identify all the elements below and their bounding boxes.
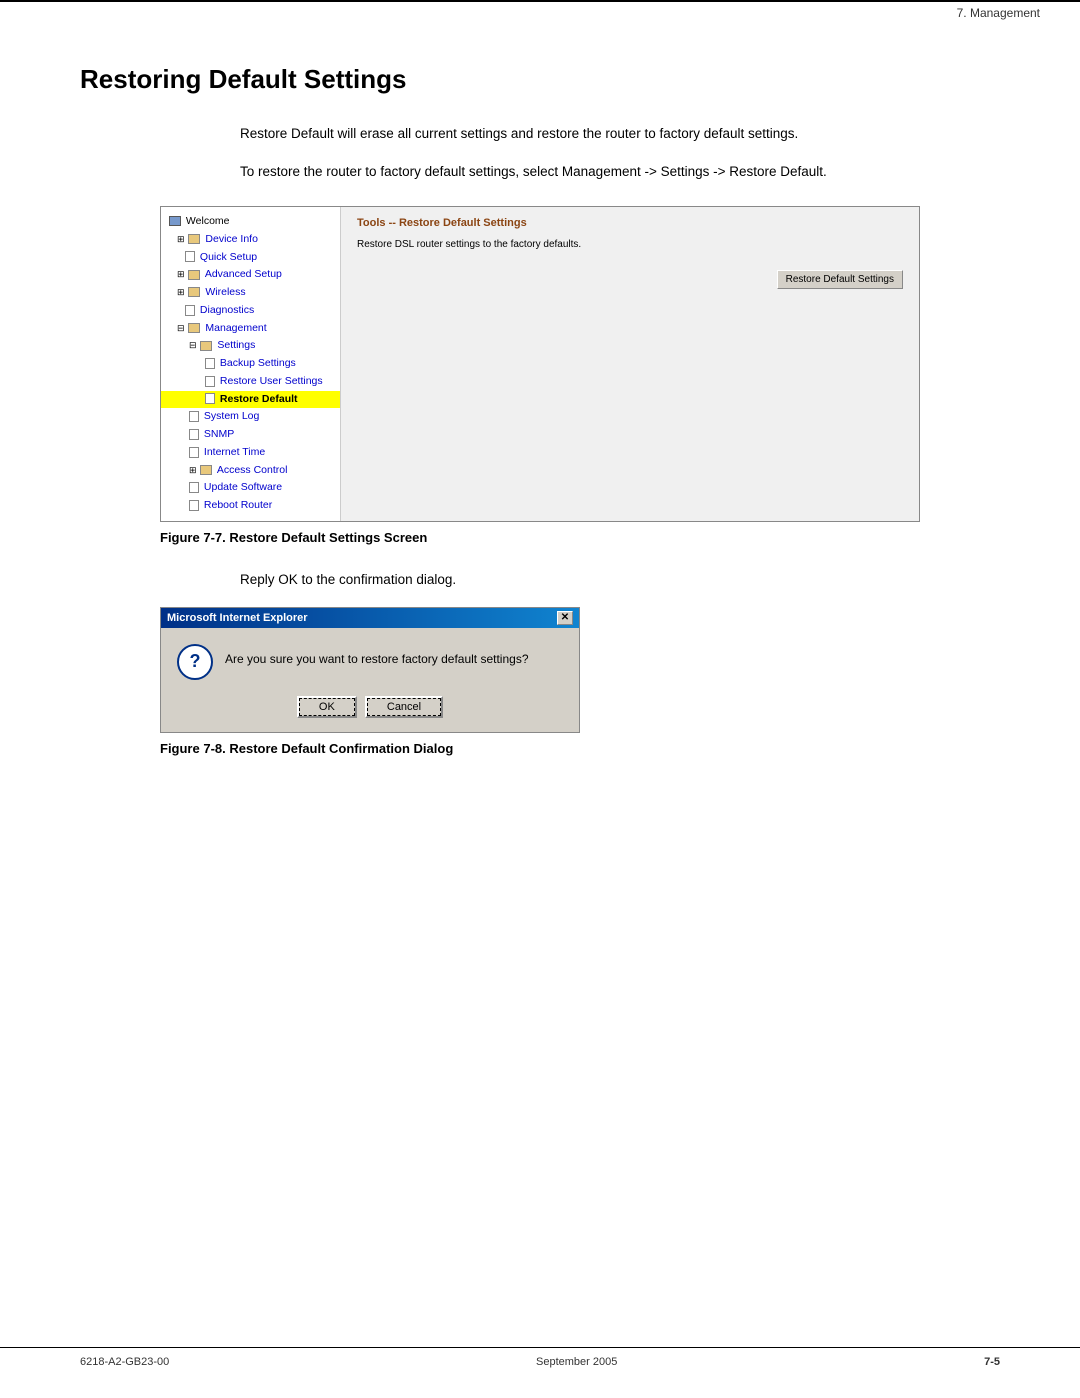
restore-default-button[interactable]: Restore Default Settings <box>777 270 903 289</box>
page-icon <box>189 500 199 511</box>
page-icon <box>205 393 215 404</box>
expand-icon: ⊞ <box>177 268 185 282</box>
router-main-panel: Tools -- Restore Default Settings Restor… <box>341 207 919 521</box>
main-content: Restoring Default Settings Restore Defau… <box>0 24 1080 840</box>
footer-center: September 2005 <box>536 1356 617 1368</box>
page-title: Restoring Default Settings <box>80 64 1000 95</box>
router-main-description: Restore DSL router settings to the facto… <box>357 239 903 250</box>
page-icon <box>189 411 199 422</box>
dialog-message: Are you sure you want to restore factory… <box>225 644 529 668</box>
menu-diagnostics[interactable]: Diagnostics <box>161 302 340 320</box>
page-icon <box>205 358 215 369</box>
expand-icon: ⊞ <box>189 464 197 478</box>
menu-quick-setup[interactable]: Quick Setup <box>161 249 340 267</box>
page-icon <box>189 429 199 440</box>
paragraph-1: Restore Default will erase all current s… <box>240 123 1000 145</box>
footer-left: 6218-A2-GB23-00 <box>80 1356 169 1368</box>
figure-2-caption: Figure 7-8. Restore Default Confirmation… <box>160 741 920 756</box>
folder-icon <box>188 323 200 333</box>
dialog-buttons: OK Cancel <box>161 692 579 732</box>
menu-management[interactable]: ⊟ Management <box>161 320 340 338</box>
page-icon <box>189 447 199 458</box>
page-icon <box>185 251 195 262</box>
header-section: 7. Management <box>0 0 1080 24</box>
folder-icon <box>188 287 200 297</box>
dialog-close-button[interactable]: ✕ <box>557 611 573 625</box>
menu-device-info[interactable]: ⊞ Device Info <box>161 231 340 249</box>
router-main-title: Tools -- Restore Default Settings <box>357 217 903 229</box>
paragraph-2: To restore the router to factory default… <box>240 161 1000 183</box>
page-icon <box>189 482 199 493</box>
router-sidebar: Welcome ⊞ Device Info Quick Setup ⊞ <box>161 207 341 521</box>
monitor-icon <box>169 216 181 226</box>
folder-icon <box>200 341 212 351</box>
dialog-question-icon: ? <box>177 644 213 680</box>
menu-wireless[interactable]: ⊞ Wireless <box>161 284 340 302</box>
folder-icon <box>200 465 212 475</box>
dialog-ok-button[interactable]: OK <box>297 696 357 718</box>
menu-reboot-router[interactable]: Reboot Router <box>161 497 340 515</box>
dialog-body: ? Are you sure you want to restore facto… <box>161 628 579 692</box>
dialog-cancel-button[interactable]: Cancel <box>365 696 443 718</box>
page-icon <box>205 376 215 387</box>
header-text: 7. Management <box>957 6 1040 20</box>
menu-snmp[interactable]: SNMP <box>161 426 340 444</box>
expand-icon: ⊞ <box>177 286 185 300</box>
dialog-titlebar: Microsoft Internet Explorer ✕ <box>161 608 579 628</box>
footer-page: 7-5 <box>984 1356 1000 1368</box>
collapse-icon: ⊟ <box>177 322 185 336</box>
router-ui-screenshot: Welcome ⊞ Device Info Quick Setup ⊞ <box>160 206 920 522</box>
menu-welcome[interactable]: Welcome <box>161 213 340 231</box>
menu-internet-time[interactable]: Internet Time <box>161 444 340 462</box>
footer: 6218-A2-GB23-00 September 2005 7-5 <box>0 1347 1080 1368</box>
collapse-icon: ⊟ <box>189 339 197 353</box>
menu-system-log[interactable]: System Log <box>161 408 340 426</box>
folder-icon <box>188 234 200 244</box>
menu-restore-default[interactable]: Restore Default <box>161 391 340 409</box>
reply-text: Reply OK to the confirmation dialog. <box>240 569 1000 591</box>
menu-update-software[interactable]: Update Software <box>161 479 340 497</box>
menu-backup-settings[interactable]: Backup Settings <box>161 355 340 373</box>
menu-advanced-setup[interactable]: ⊞ Advanced Setup <box>161 266 340 284</box>
confirmation-dialog: Microsoft Internet Explorer ✕ ? Are you … <box>160 607 580 733</box>
folder-icon <box>188 270 200 280</box>
menu-restore-user-settings[interactable]: Restore User Settings <box>161 373 340 391</box>
expand-icon: ⊞ <box>177 233 185 247</box>
menu-access-control[interactable]: ⊞ Access Control <box>161 462 340 480</box>
page-icon <box>185 305 195 316</box>
figure-1-caption: Figure 7-7. Restore Default Settings Scr… <box>160 530 920 545</box>
dialog-title: Microsoft Internet Explorer <box>167 612 308 624</box>
menu-settings[interactable]: ⊟ Settings <box>161 337 340 355</box>
